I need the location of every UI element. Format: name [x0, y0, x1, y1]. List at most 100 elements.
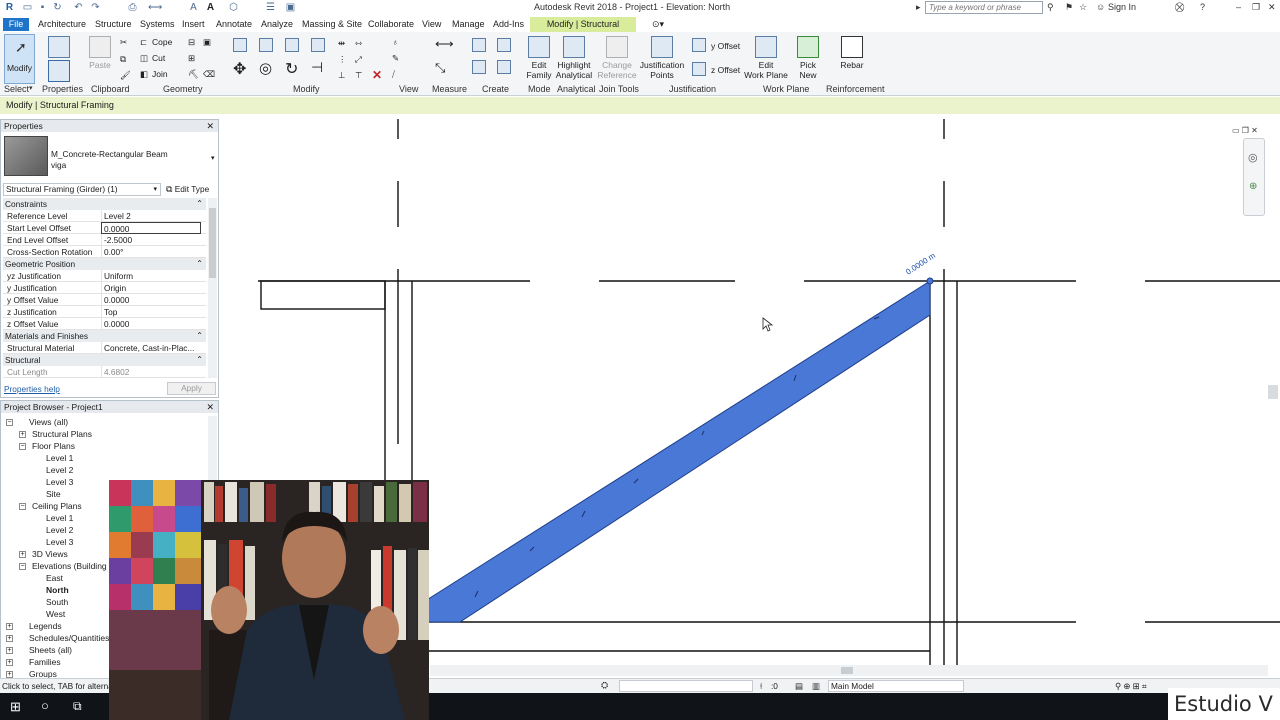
delete-icon[interactable]: ✕: [372, 68, 382, 82]
close-icon[interactable]: ✕: [1268, 2, 1276, 13]
browser-item[interactable]: Level 2: [46, 465, 73, 475]
paint-remove-icon[interactable]: ⌫: [203, 69, 215, 80]
split-icon[interactable]: ⇹: [338, 38, 345, 49]
properties-icon[interactable]: [48, 60, 70, 82]
design-options-icon[interactable]: ▤: [795, 681, 803, 691]
prop-row[interactable]: y Offset Value 0.0000: [3, 294, 206, 306]
task-view-icon[interactable]: ⧉: [73, 699, 82, 714]
edit-type-button[interactable]: ⧉ Edit Type: [166, 183, 216, 196]
align-tool-icon[interactable]: [233, 38, 247, 52]
change-reference-button[interactable]: Change Reference: [597, 60, 637, 80]
tree-expander-icon[interactable]: +: [6, 623, 13, 630]
browser-item[interactable]: Level 2: [46, 525, 73, 535]
properties-scrollbar[interactable]: [208, 198, 217, 378]
binoculars-icon[interactable]: ⚲: [1047, 2, 1054, 13]
prop-row[interactable]: Cut Length 4.6802: [3, 366, 206, 378]
aligned-dimension-icon[interactable]: ⟷: [435, 36, 454, 52]
sync-icon[interactable]: ↻: [52, 2, 63, 13]
browser-item[interactable]: Level 1: [46, 453, 73, 463]
tree-expander-icon[interactable]: −: [19, 563, 26, 570]
tree-expander-icon[interactable]: −: [6, 419, 13, 426]
override-graphics-icon[interactable]: ✎: [392, 53, 399, 64]
selected-beam[interactable]: [390, 280, 931, 623]
split-gap-icon[interactable]: ⇿: [355, 38, 362, 49]
modify-button[interactable]: ➚ Modify: [4, 34, 35, 84]
tree-expander-icon[interactable]: +: [6, 659, 13, 666]
status-tools-icons[interactable]: ⚲ ⊕ ⊞ ⌗: [1115, 681, 1147, 692]
prop-value[interactable]: Uniform: [101, 270, 201, 282]
user-icon[interactable]: ☺: [1096, 2, 1105, 12]
canvas-vertical-scrollbar-thumb[interactable]: [1268, 385, 1278, 399]
browser-item[interactable]: Level 1: [46, 513, 73, 523]
highlight-analytical-button[interactable]: Highlight Analytical: [554, 60, 594, 80]
z-offset-button[interactable]: z Offset: [711, 65, 740, 75]
tab-extra-icon[interactable]: ⊙▾: [652, 19, 664, 30]
browser-item[interactable]: Level 3: [46, 477, 73, 487]
prop-value[interactable]: 0.0000: [101, 318, 201, 330]
browser-item[interactable]: North: [46, 585, 69, 595]
align-icon[interactable]: A: [188, 2, 199, 13]
z-offset-icon[interactable]: [692, 62, 706, 76]
tab-annotate[interactable]: Annotate: [216, 19, 252, 29]
horizontal-scroll-thumb[interactable]: [841, 667, 853, 674]
view-window-controls[interactable]: ▭ ❐ ✕: [1232, 126, 1258, 135]
y-offset-button[interactable]: y Offset: [711, 41, 740, 51]
scale-icon[interactable]: ⤢: [355, 54, 362, 65]
windows-start-icon[interactable]: ⊞: [10, 699, 21, 715]
search-arrow-icon[interactable]: ▸: [916, 2, 921, 13]
help-search-input[interactable]: [925, 1, 1043, 14]
steering-wheel-icon[interactable]: ◎: [1248, 151, 1258, 164]
navigation-bar[interactable]: ◎ ⊕: [1243, 138, 1265, 216]
copy-icon[interactable]: ◎: [259, 59, 272, 77]
group-materials[interactable]: Materials and Finishes ⌃: [3, 330, 206, 342]
measure-between-icon[interactable]: ⤡: [435, 60, 445, 76]
browser-item[interactable]: Families: [29, 657, 61, 667]
array-icon[interactable]: ⋮: [338, 54, 347, 65]
browser-item[interactable]: Legends: [29, 621, 62, 631]
sign-in-link[interactable]: Sign In: [1108, 2, 1136, 12]
group-geometric-position[interactable]: Geometric Position ⌃: [3, 258, 206, 270]
browser-item[interactable]: West: [46, 609, 65, 619]
favorites-star-icon[interactable]: ☆: [1079, 2, 1087, 13]
highlight-analytical-icon[interactable]: [563, 36, 585, 58]
edit-family-button[interactable]: Edit Family: [522, 60, 556, 80]
prop-value[interactable]: 0.0000: [101, 294, 201, 306]
apply-button[interactable]: Apply: [167, 382, 216, 395]
model-icon[interactable]: ▥: [812, 681, 820, 691]
tree-expander-icon[interactable]: +: [6, 635, 13, 642]
browser-item[interactable]: East: [46, 573, 63, 583]
prop-value[interactable]: Concrete, Cast-in-Plac...: [101, 342, 201, 354]
prop-value[interactable]: Level 2: [101, 210, 201, 222]
prop-value-editing[interactable]: 0.0000: [101, 222, 201, 234]
unpin-icon[interactable]: ⊤: [355, 70, 362, 81]
trim-extend-icon[interactable]: ⊣: [311, 59, 323, 76]
print-icon[interactable]: ⎙: [127, 2, 138, 13]
help-icon[interactable]: ?: [1200, 2, 1205, 12]
split-face-icon[interactable]: ⊟: [188, 37, 195, 48]
browser-item[interactable]: Site: [46, 489, 61, 499]
family-name[interactable]: M_Concrete-Rectangular Beam: [51, 149, 168, 159]
tab-manage[interactable]: Manage: [452, 19, 485, 29]
tab-massing-site[interactable]: Massing & Site: [302, 19, 362, 29]
prop-row[interactable]: Reference Level Level 2: [3, 210, 206, 222]
revit-logo-icon[interactable]: R: [4, 2, 15, 13]
prop-value[interactable]: Top: [101, 306, 201, 318]
prop-row[interactable]: Structural Material Concrete, Cast-in-Pla…: [3, 342, 206, 354]
cut-geometry-icon[interactable]: ◫: [140, 53, 148, 64]
select-dropdown-icon[interactable]: ▾: [29, 84, 33, 92]
zoom-icon[interactable]: ⊕: [1249, 181, 1257, 192]
linework-icon[interactable]: ⧸: [392, 69, 395, 80]
prop-row[interactable]: z Justification Top: [3, 306, 206, 318]
tab-view[interactable]: View: [422, 19, 441, 29]
edit-family-icon[interactable]: [528, 36, 550, 58]
panel-select[interactable]: Select: [4, 84, 29, 94]
prop-row[interactable]: Cross-Section Rotation 0.00°: [3, 246, 206, 258]
tree-expander-icon[interactable]: −: [19, 443, 26, 450]
create-group-icon[interactable]: [472, 60, 486, 74]
3d-icon[interactable]: ⬡: [228, 2, 239, 13]
rebar-icon[interactable]: [841, 36, 863, 58]
cortana-icon[interactable]: ○: [41, 698, 49, 713]
join-icon[interactable]: ◧: [140, 69, 148, 80]
properties-close-icon[interactable]: ✕: [206, 120, 214, 132]
tab-modify-structural-framing[interactable]: Modify | Structural Framing: [530, 17, 636, 44]
